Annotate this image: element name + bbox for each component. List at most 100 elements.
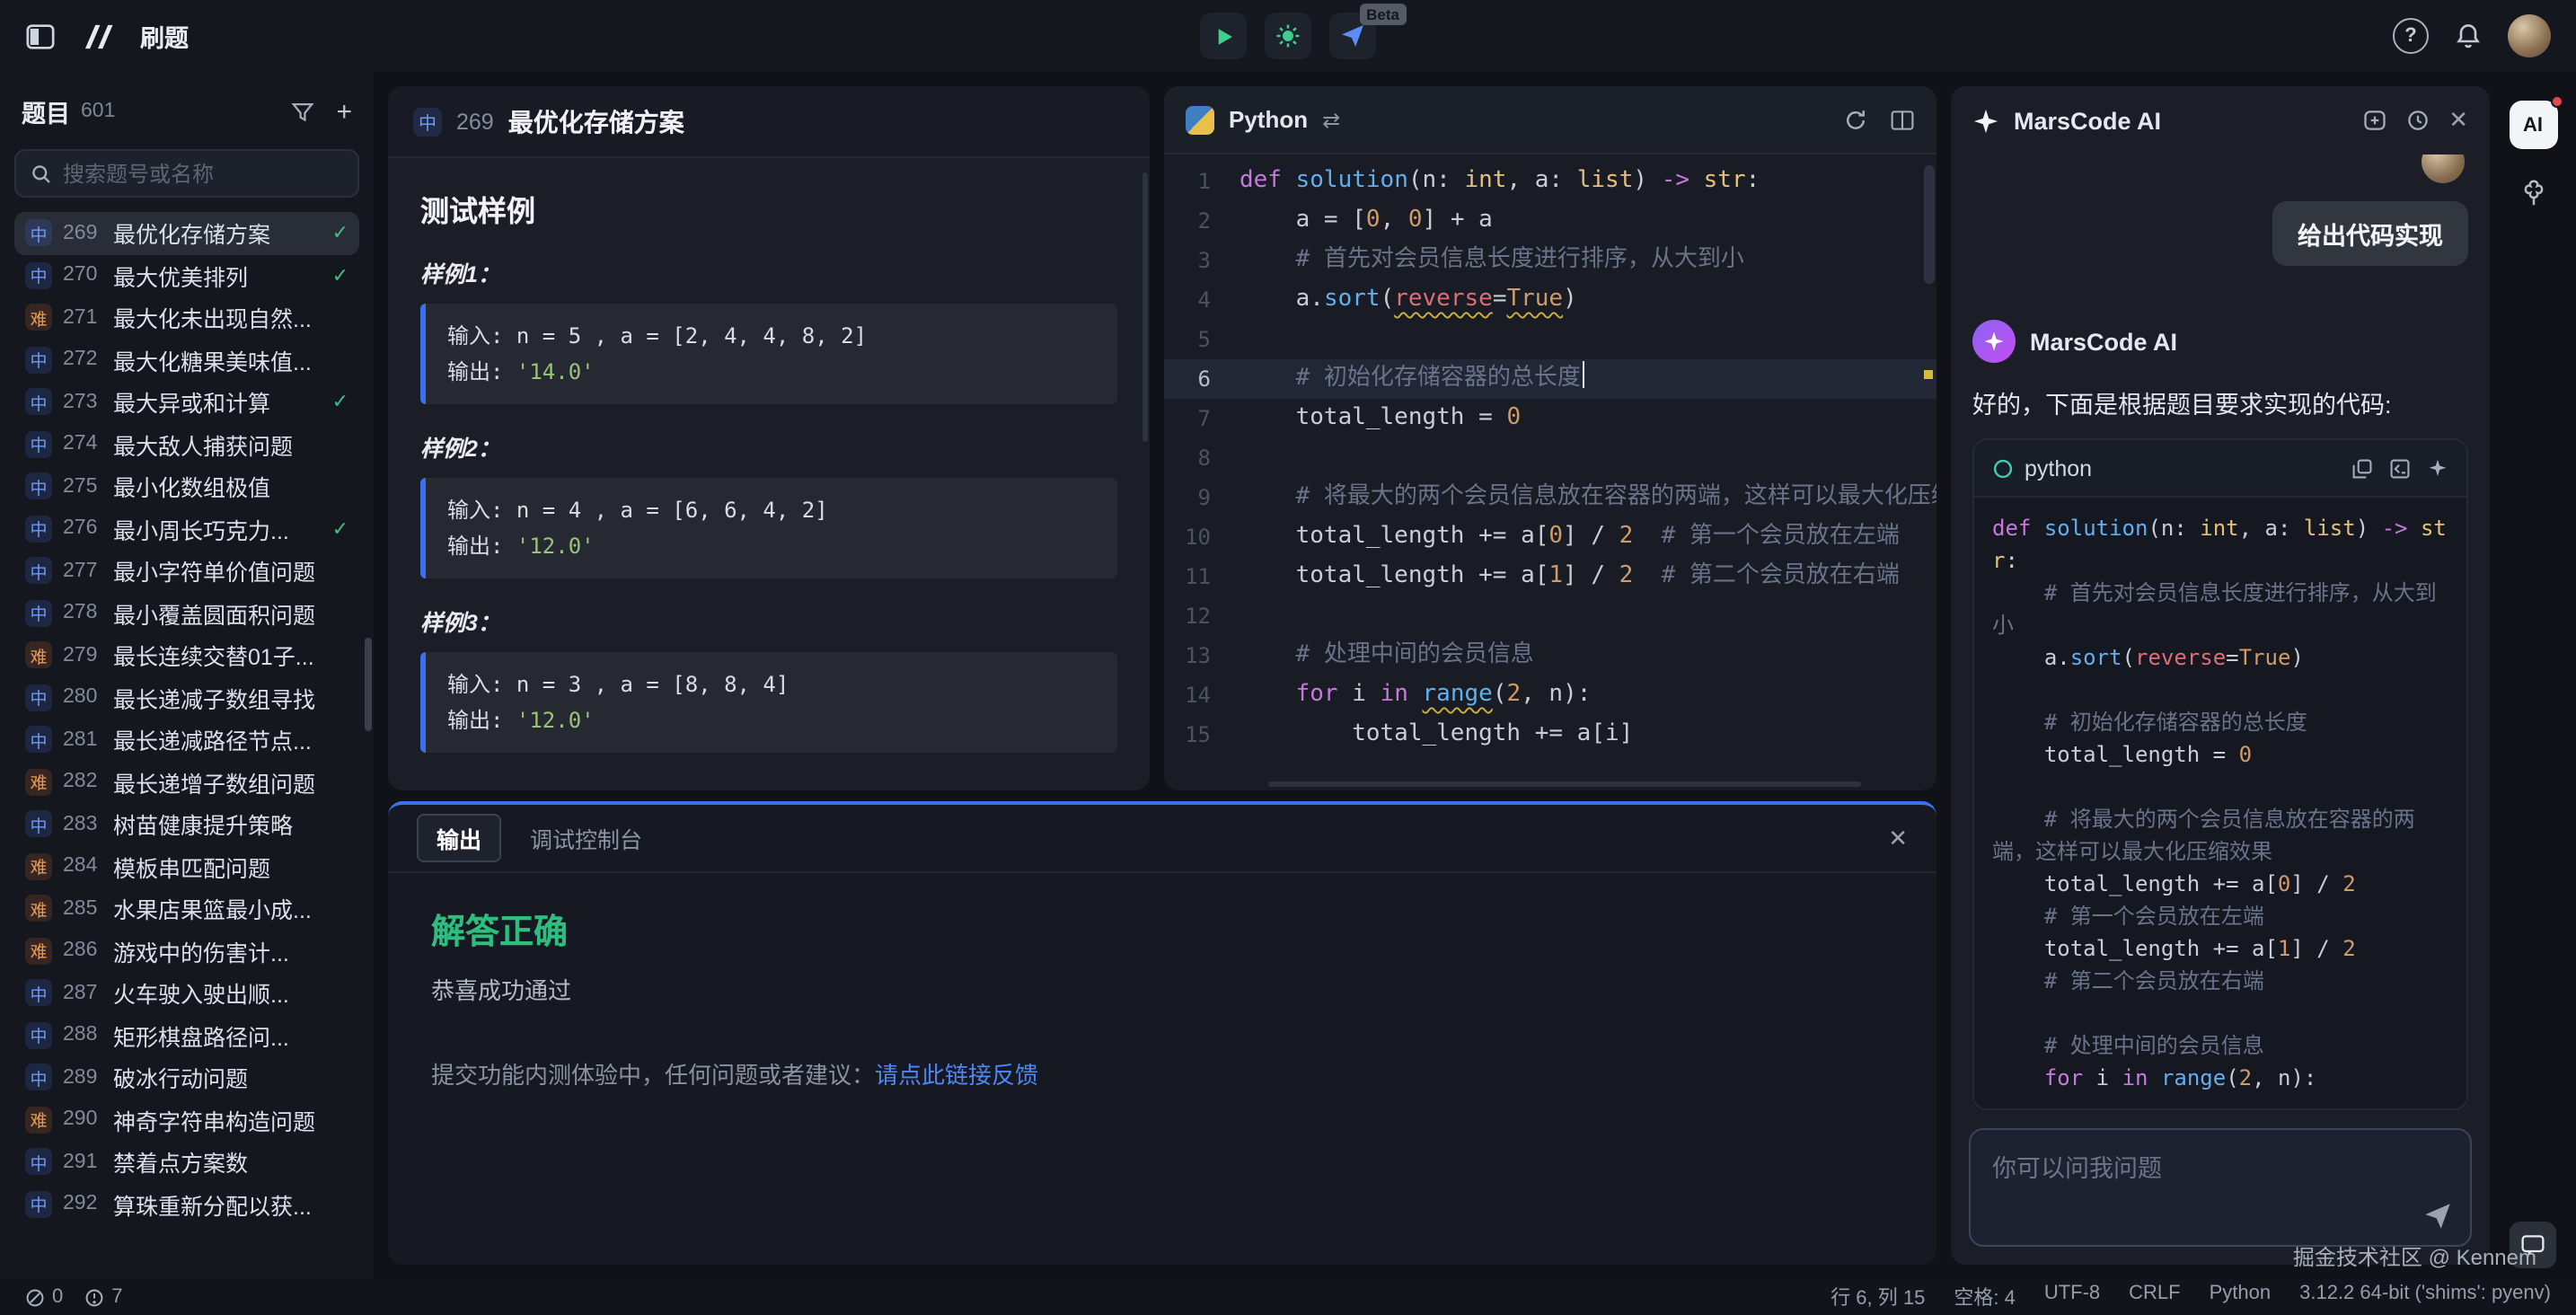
send-icon[interactable] — [2423, 1202, 2452, 1231]
problem-list-item[interactable]: 中272最大化糖果美味值... — [14, 339, 359, 381]
ai-panel-header: MarsCode AI ✕ — [1951, 86, 2490, 154]
problem-list-item[interactable]: 中287火车驶入驶出顺... — [14, 972, 359, 1014]
problem-list-item[interactable]: 中281最长递减路径节点... — [14, 719, 359, 761]
output-tab[interactable]: 输出 — [417, 814, 501, 862]
editor-lines[interactable]: 1def solution(n: int, a: list) -> str:2 … — [1164, 154, 1936, 755]
problem-list-item[interactable]: 难286游戏中的伤害计... — [14, 930, 359, 972]
problem-id: 272 — [63, 349, 102, 371]
ai-code-line: total_length += a[0] / 2 — [1992, 868, 2448, 900]
problem-list-item[interactable]: 中270最大优美排列✓ — [14, 254, 359, 296]
problem-list-item[interactable]: 难284模板串匹配问题 — [14, 845, 359, 887]
language-switch-icon[interactable]: ⇄ — [1322, 107, 1340, 132]
add-icon[interactable]: + — [336, 98, 352, 125]
check-icon: ✓ — [332, 517, 348, 541]
code-line[interactable]: 11 total_length += a[1] / 2 # 第二个会员放在右端 — [1164, 557, 1936, 596]
sample-output: 输出: '12.0' — [447, 528, 1096, 564]
apply-magic-icon[interactable] — [2427, 457, 2448, 479]
problem-list-item[interactable]: 难279最长连续交替01子... — [14, 634, 359, 676]
code-line[interactable]: 2 a = [0, 0] + a — [1164, 201, 1936, 241]
code-line[interactable]: 6 # 初始化存储容器的总长度 — [1164, 359, 1936, 399]
language-mode[interactable]: Python — [2210, 1283, 2272, 1311]
problem-list-item[interactable]: 中273最大异或和计算✓ — [14, 381, 359, 423]
search-input[interactable] — [63, 161, 343, 186]
indentation[interactable]: 空格: 4 — [1954, 1283, 2015, 1311]
problem-list-item[interactable]: 中275最小化数组极值 — [14, 465, 359, 507]
submit-button[interactable]: Beta — [1329, 13, 1376, 59]
problem-list-item[interactable]: 难271最大化未出现自然... — [14, 296, 359, 339]
code-line[interactable]: 1def solution(n: int, a: list) -> str: — [1164, 162, 1936, 201]
search-box[interactable] — [14, 149, 359, 198]
beta-badge: Beta — [1359, 4, 1407, 25]
check-icon: ✓ — [332, 264, 348, 287]
difficulty-badge: 难 — [25, 896, 52, 922]
code-line[interactable]: 9 # 将最大的两个会员信息放在容器的两端，这样可以最大化压缩效果 — [1164, 478, 1936, 517]
help-icon[interactable]: ? — [2393, 18, 2429, 54]
interpreter[interactable]: 3.12.2 64-bit ('shims': pyenv) — [2299, 1283, 2551, 1311]
new-chat-icon[interactable] — [2362, 108, 2387, 133]
problem-list-item[interactable]: 难290神奇字符串构造问题 — [14, 1099, 359, 1141]
problem-id: 277 — [63, 560, 102, 582]
problem-panel-header: 中 269 最优化存储方案 — [388, 86, 1150, 158]
problem-list-item[interactable]: 中276最小周长巧克力...✓ — [14, 507, 359, 550]
editor-scrollbar[interactable] — [1924, 165, 1935, 284]
debug-button[interactable] — [1265, 13, 1311, 59]
cursor-position[interactable]: 行 6, 列 15 — [1831, 1283, 1925, 1311]
problem-list-item[interactable]: 中292算珠重新分配以获... — [14, 1183, 359, 1225]
problem-list-item[interactable]: 难282最长递增子数组问题 — [14, 761, 359, 803]
insert-code-icon[interactable] — [2389, 457, 2411, 479]
search-icon — [31, 163, 52, 184]
ai-sidebar-button[interactable]: AI — [2509, 101, 2557, 149]
copy-code-icon[interactable] — [2351, 457, 2373, 479]
problem-title: 最大优美排列 — [113, 259, 248, 293]
code-line[interactable]: 12 — [1164, 596, 1936, 636]
code-line[interactable]: 5 — [1164, 320, 1936, 359]
extension-icon[interactable] — [2518, 178, 2548, 208]
code-line[interactable]: 14 for i in range(2, n): — [1164, 675, 1936, 715]
problem-list-item[interactable]: 中278最小覆盖圆面积问题 — [14, 592, 359, 634]
code-line[interactable]: 3 # 首先对会员信息长度进行排序，从大到小 — [1164, 241, 1936, 280]
problem-list-item[interactable]: 中289破冰行动问题 — [14, 1056, 359, 1099]
problem-id: 269 — [63, 223, 102, 244]
output-tab[interactable]: 调试控制台 — [530, 821, 642, 855]
problem-id: 290 — [63, 1109, 102, 1131]
problem-list-item[interactable]: 中277最小字符单价值问题 — [14, 550, 359, 592]
problem-list-item[interactable]: 中288矩形棋盘路径问... — [14, 1014, 359, 1056]
feedback-link[interactable]: 请点此链接反馈 — [875, 1062, 1038, 1089]
problem-list-item[interactable]: 中274最大敌人捕获问题 — [14, 423, 359, 465]
problem-list-item[interactable]: 中280最长递减子数组寻找 — [14, 676, 359, 719]
history-icon[interactable] — [2405, 108, 2430, 133]
problem-list-item[interactable]: 难285水果店果篮最小成... — [14, 887, 359, 930]
eol-sequence[interactable]: CRLF — [2129, 1283, 2180, 1311]
problem-id: 275 — [63, 476, 102, 498]
errors-indicator[interactable]: 0 — [25, 1286, 63, 1308]
output-close-icon[interactable]: ✕ — [1888, 824, 1908, 852]
encoding[interactable]: UTF-8 — [2044, 1283, 2100, 1311]
ai-input[interactable] — [1992, 1148, 2448, 1213]
problem-scrollbar[interactable] — [1142, 172, 1148, 442]
user-avatar[interactable] — [2508, 14, 2551, 57]
split-view-icon[interactable] — [1890, 107, 1915, 132]
problem-list-item[interactable]: 中283树苗健康提升策略 — [14, 803, 359, 845]
warnings-indicator[interactable]: 7 — [84, 1286, 122, 1308]
code-line[interactable]: 13 # 处理中间的会员信息 — [1164, 636, 1936, 675]
problem-id: 286 — [63, 940, 102, 962]
code-line[interactable]: 4 a.sort(reverse=True) — [1164, 280, 1936, 320]
code-line[interactable]: 7 total_length = 0 — [1164, 399, 1936, 438]
code-line[interactable]: 15 total_length += a[i] — [1164, 715, 1936, 755]
ai-input-box[interactable] — [1969, 1128, 2472, 1247]
problem-list-item[interactable]: 中269最优化存储方案✓ — [14, 212, 359, 254]
problem-list-item[interactable]: 中291禁着点方案数 — [14, 1141, 359, 1183]
sidebar-scrollbar[interactable] — [365, 638, 372, 731]
ai-close-icon[interactable]: ✕ — [2448, 106, 2468, 135]
notifications-bell-icon[interactable] — [2454, 22, 2483, 50]
editor-language-label[interactable]: Python — [1229, 106, 1308, 133]
sidebar-toggle-icon[interactable] — [25, 21, 56, 51]
reset-code-icon[interactable] — [1843, 107, 1868, 132]
problem-list: 中269最优化存储方案✓中270最大优美排列✓难271最大化未出现自然...中2… — [14, 212, 359, 1225]
code-line[interactable]: 10 total_length += a[0] / 2 # 第一个会员放在左端 — [1164, 517, 1936, 557]
code-line[interactable]: 8 — [1164, 438, 1936, 478]
problem-title: 最长连续交替01子... — [113, 639, 314, 673]
filter-icon[interactable] — [291, 100, 314, 123]
run-button[interactable] — [1200, 13, 1247, 59]
editor-hscrollbar[interactable] — [1268, 781, 1861, 787]
